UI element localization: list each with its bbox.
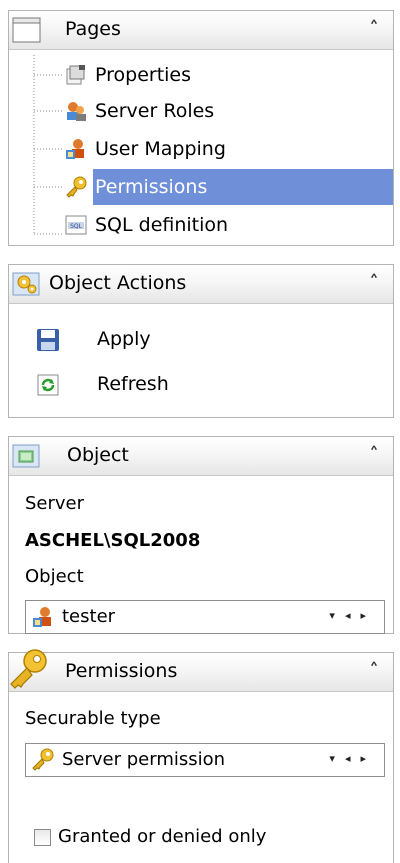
apply-label: Apply: [97, 328, 151, 350]
page-item-label: Permissions: [93, 169, 393, 205]
permissions-collapse-icon[interactable]: ˄̂: [361, 657, 387, 685]
object-actions-collapse-icon[interactable]: ˄̂: [361, 269, 387, 297]
svg-text:SQL: SQL: [70, 223, 83, 230]
page-item-label: Properties: [95, 64, 192, 86]
page-item-label: Server Roles: [95, 100, 215, 122]
page-item-user-mapping[interactable]: User Mapping: [9, 131, 393, 167]
object-select[interactable]: tester ▾◂▸: [25, 600, 385, 634]
object-select-value: tester: [62, 606, 116, 627]
object-collapse-icon[interactable]: ˄̂: [361, 441, 387, 469]
refresh-icon: [35, 372, 61, 398]
securable-type-value: Server permission: [62, 749, 226, 770]
combo-nav-arrows-icon[interactable]: ▾◂▸: [329, 609, 376, 622]
combo-nav-arrows-icon[interactable]: ▾◂▸: [329, 752, 376, 765]
server-roles-icon: [64, 99, 88, 123]
object-actions-title: Object Actions: [49, 272, 187, 294]
permissions-header[interactable]: Permissions ˄̂: [9, 649, 393, 692]
pages-panel: Pages ˄̂ Properties Server Roles User Ma…: [8, 10, 394, 246]
granted-or-denied-checkbox[interactable]: [34, 829, 51, 846]
page-item-server-roles[interactable]: Server Roles: [9, 93, 393, 129]
properties-icon: [64, 63, 88, 87]
object-icon: [12, 441, 42, 471]
object-label: Object: [25, 566, 84, 587]
user-icon: [30, 604, 56, 630]
key-icon: [7, 647, 51, 691]
save-icon: [35, 327, 61, 353]
key-icon: [30, 747, 56, 773]
pages-header[interactable]: Pages ˄̂: [9, 11, 393, 50]
securable-type-label: Securable type: [25, 708, 161, 729]
key-icon: [64, 175, 88, 199]
page-item-properties[interactable]: Properties: [9, 57, 393, 93]
apply-button[interactable]: Apply: [9, 322, 393, 358]
object-header[interactable]: Object ˄̂: [9, 437, 393, 476]
server-label: Server: [25, 493, 85, 514]
object-panel: Object ˄̂ Server ASCHEL\SQL2008 Object t…: [8, 436, 394, 634]
user-mapping-icon: [64, 137, 88, 161]
pages-collapse-icon[interactable]: ˄̂: [361, 15, 387, 43]
object-title: Object: [67, 444, 129, 466]
securable-type-select[interactable]: Server permission ▾◂▸: [25, 743, 385, 777]
object-actions-panel: Object Actions ˄̂ Apply Refresh: [8, 264, 394, 418]
pages-title: Pages: [65, 18, 121, 40]
page-item-permissions[interactable]: Permissions: [9, 169, 393, 205]
page-item-sql-definition[interactable]: SQL SQL definition: [9, 207, 393, 243]
refresh-button[interactable]: Refresh: [9, 367, 393, 403]
object-actions-header[interactable]: Object Actions ˄̂: [9, 265, 393, 304]
sql-icon: SQL: [64, 213, 88, 237]
refresh-label: Refresh: [97, 373, 169, 395]
permissions-title: Permissions: [65, 660, 178, 682]
granted-or-denied-label: Granted or denied only: [58, 826, 267, 847]
page-item-label: User Mapping: [95, 138, 226, 160]
gears-icon: [12, 269, 42, 299]
page-item-label: SQL definition: [95, 214, 229, 236]
pages-icon: [12, 15, 42, 45]
server-value: ASCHEL\SQL2008: [25, 530, 201, 551]
